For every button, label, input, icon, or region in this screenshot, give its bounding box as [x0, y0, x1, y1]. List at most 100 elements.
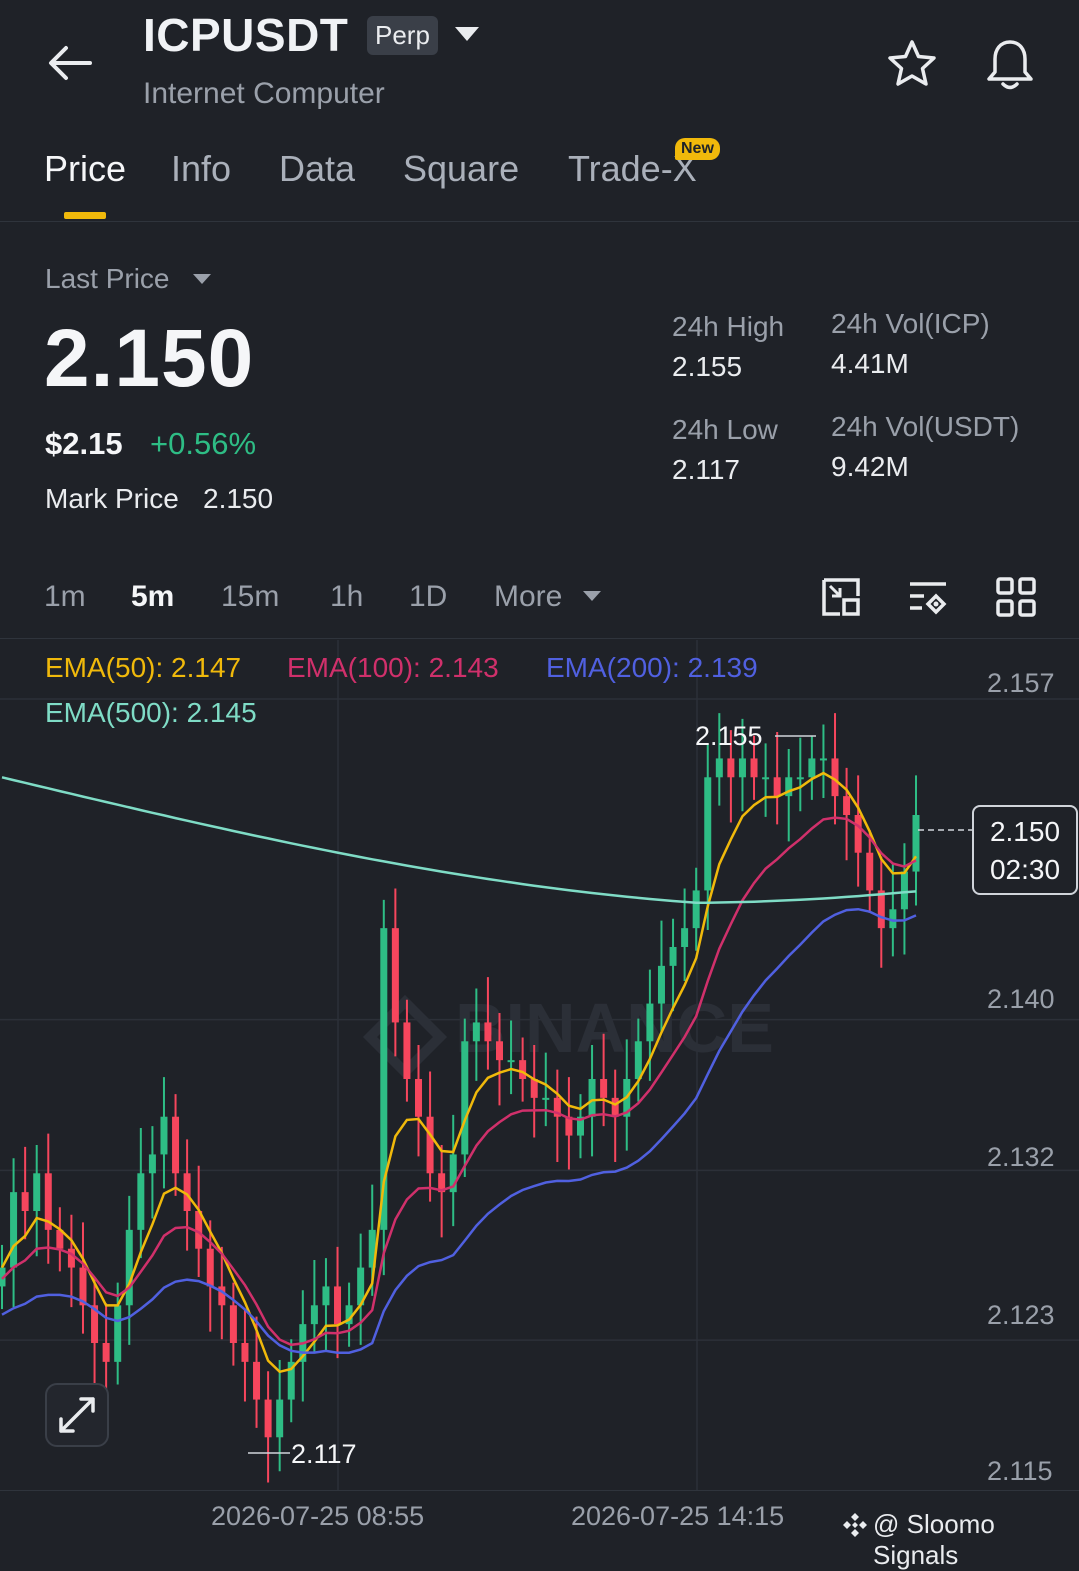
- candle-body: [415, 1079, 423, 1117]
- candle-body: [796, 777, 804, 780]
- candle-body: [854, 815, 862, 853]
- candle-body: [148, 1154, 156, 1174]
- candle-countdown: 02:30: [989, 854, 1061, 885]
- candle-body: [403, 1022, 411, 1079]
- favorite-star-icon[interactable]: [886, 38, 938, 90]
- high-marker-label: 2.155: [695, 721, 763, 751]
- candle-body: [102, 1343, 110, 1362]
- candle-body: [900, 871, 908, 910]
- low-label: 24h Low: [672, 414, 778, 445]
- candle-body: [704, 777, 712, 891]
- interval-1m[interactable]: 1m: [44, 580, 86, 614]
- tab-square[interactable]: Square: [403, 148, 519, 190]
- candle-body: [681, 928, 689, 947]
- candle-body: [646, 1003, 654, 1042]
- candle-body: [229, 1305, 237, 1343]
- coin-name: Internet Computer: [143, 77, 385, 110]
- tab-data[interactable]: Data: [279, 148, 355, 190]
- tab-price[interactable]: Price: [44, 148, 126, 190]
- y-tick-label: 2.140: [987, 984, 1055, 1014]
- candle-body: [241, 1343, 249, 1362]
- ema100-label: EMA(100): 2.143: [287, 652, 499, 683]
- ema100-line: [1, 816, 917, 1347]
- binance-logo-icon: [841, 1511, 869, 1539]
- candle-body: [206, 1248, 214, 1287]
- low-value: 2.117: [672, 454, 740, 485]
- candle-body: [67, 1248, 75, 1268]
- vol-usdt-value: 9.42M: [831, 451, 909, 482]
- interval-1d[interactable]: 1D: [409, 580, 447, 614]
- tab-info[interactable]: Info: [171, 148, 231, 190]
- current-price-box: 2.150 02:30: [972, 805, 1078, 895]
- mark-price-value: 2.150: [203, 483, 274, 514]
- high-value: 2.155: [672, 351, 743, 382]
- candle-body: [125, 1229, 133, 1306]
- candle-body: [762, 777, 770, 780]
- layout-grid-icon[interactable]: [995, 576, 1037, 618]
- new-badge: New: [675, 138, 720, 160]
- vol-usdt-label: 24h Vol(USDT): [831, 411, 1020, 442]
- candle-body: [137, 1173, 145, 1230]
- candle-body: [264, 1399, 272, 1438]
- interval-5m[interactable]: 5m: [131, 580, 174, 614]
- candle-body: [426, 1116, 434, 1174]
- candle-body: [588, 1079, 596, 1117]
- candle-body: [507, 1060, 515, 1063]
- vol-icp-label: 24h Vol(ICP): [831, 308, 990, 339]
- candle-body: [727, 758, 735, 778]
- candle-body: [542, 1097, 550, 1100]
- time-axis-divider: [0, 1490, 1079, 1491]
- interval-more[interactable]: More: [494, 580, 562, 614]
- tab-active-indicator: [64, 212, 106, 219]
- y-tick-label: 2.132: [987, 1142, 1055, 1172]
- candle-body: [600, 1079, 608, 1098]
- last-price-dropdown-icon[interactable]: [192, 272, 212, 286]
- candlestick-chart[interactable]: BINANCE: [0, 640, 1079, 1490]
- candle-body: [715, 758, 723, 778]
- symbol-dropdown-icon[interactable]: [454, 24, 480, 44]
- candle-body: [276, 1399, 284, 1438]
- interval-1h[interactable]: 1h: [330, 580, 363, 614]
- y-tick-label: 2.123: [987, 1300, 1055, 1330]
- tabs-divider: [0, 221, 1079, 222]
- bell-notification-icon[interactable]: [984, 36, 1036, 92]
- candle-body: [819, 758, 827, 761]
- candle-body: [669, 947, 677, 966]
- last-price-label[interactable]: Last Price: [45, 263, 170, 295]
- candle-body: [738, 758, 746, 778]
- back-arrow-icon[interactable]: [46, 42, 94, 84]
- candle-body: [657, 965, 665, 1004]
- candle-body: [877, 890, 885, 929]
- candle-body: [10, 1192, 18, 1268]
- chart-settings-icon[interactable]: [906, 576, 950, 618]
- candle-body: [322, 1286, 330, 1306]
- x-tick-label: 2026-07-25 08:55: [211, 1501, 425, 1531]
- last-price-value: 2.150: [44, 313, 255, 404]
- chart-resize-icon[interactable]: [820, 576, 862, 618]
- ema50-label: EMA(50): 2.147: [45, 652, 242, 683]
- usd-price: $2.15: [45, 426, 123, 461]
- symbol-title[interactable]: ICPUSDT: [143, 8, 348, 62]
- ema200-line: [1, 907, 917, 1354]
- candle-body: [253, 1361, 261, 1400]
- candle-body: [611, 1097, 619, 1117]
- vol-icp-value: 4.41M: [831, 348, 909, 379]
- fullscreen-button[interactable]: [45, 1383, 109, 1447]
- chart-top-divider: [0, 638, 1079, 639]
- more-dropdown-icon[interactable]: [582, 589, 602, 603]
- current-price-value: 2.150: [989, 816, 1061, 847]
- footer-credit: @ Sloomo Signals: [873, 1509, 995, 1570]
- x-tick-label: 2026-07-25 14:15: [571, 1501, 785, 1531]
- price-change-pct: +0.56%: [150, 426, 257, 461]
- candle-body: [461, 1041, 469, 1155]
- interval-15m[interactable]: 15m: [221, 580, 279, 614]
- candle-body: [843, 796, 851, 815]
- expand-icon: [59, 1397, 95, 1433]
- candle-body: [634, 1041, 642, 1079]
- candle-body: [866, 852, 874, 891]
- candle-body: [160, 1116, 168, 1155]
- low-marker-label: 2.117: [291, 1439, 357, 1469]
- candle-body: [484, 1022, 492, 1042]
- candle-body: [519, 1060, 527, 1079]
- y-tick-label: 2.157: [987, 668, 1055, 698]
